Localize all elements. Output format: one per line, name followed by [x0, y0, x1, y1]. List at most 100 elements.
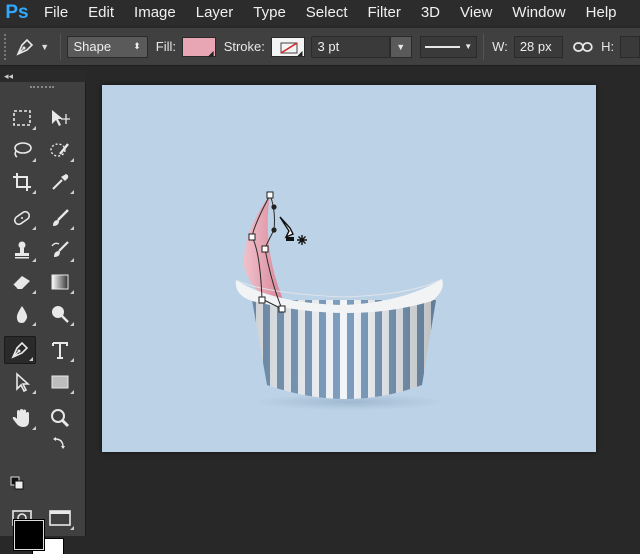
rectangle-icon [51, 375, 69, 389]
dodge-icon [52, 306, 69, 323]
tool-healing-brush[interactable] [6, 204, 38, 232]
tool-flyout-indicator [70, 190, 74, 194]
blur-drop-icon [16, 306, 28, 323]
mode-select[interactable]: Shape ⬍ [66, 35, 148, 58]
tool-blur[interactable] [6, 300, 38, 328]
stroke-size-value: 3 pt [317, 39, 340, 54]
tool-brush[interactable] [44, 204, 76, 232]
tool-flyout-indicator [70, 358, 74, 362]
history-brush-icon [51, 241, 69, 257]
chevron-down-icon: ▼ [464, 42, 473, 51]
tool-pen[interactable] [4, 336, 36, 364]
tool-flyout-indicator [70, 290, 74, 294]
stroke-swatch[interactable]: ◢ [270, 36, 305, 57]
swap-colors-icon[interactable] [52, 436, 66, 450]
stamp-icon [15, 241, 29, 259]
tool-preset-picker[interactable]: ▼ [10, 32, 54, 62]
brush-icon [53, 209, 69, 226]
pen-icon [16, 38, 34, 56]
tool-flyout-indicator [32, 258, 36, 262]
menu-help[interactable]: Help [576, 0, 627, 26]
pen-icon [11, 341, 29, 359]
menu-view[interactable]: View [450, 0, 502, 26]
tool-hand[interactable] [6, 404, 38, 432]
menu-3d[interactable]: 3D [411, 0, 450, 26]
width-value: 28 px [519, 39, 552, 54]
menu-filter[interactable]: Filter [358, 0, 411, 26]
tool-flyout-indicator [70, 258, 74, 262]
zoom-icon [51, 409, 70, 428]
tool-move[interactable] [44, 104, 76, 132]
height-label: H: [601, 39, 615, 54]
divider [483, 33, 485, 60]
toolbar-grip[interactable] [30, 86, 54, 89]
stroke-type-select[interactable]: ▼ [419, 35, 478, 58]
tool-flyout-indicator [32, 426, 36, 430]
tool-zoom[interactable] [44, 404, 76, 432]
eyedropper-icon [52, 174, 69, 190]
chevron-down-icon: ▼ [40, 41, 50, 52]
tool-eyedropper[interactable] [44, 168, 76, 196]
hand-icon [12, 409, 29, 427]
gradient-icon [51, 274, 69, 290]
menu-select[interactable]: Select [296, 0, 358, 26]
bandage-icon [13, 210, 31, 226]
tool-marquee[interactable] [6, 104, 38, 132]
menu-bar: Ps File Edit Image Layer Type Select Fil… [0, 0, 640, 26]
tool-eraser[interactable] [6, 268, 38, 296]
type-icon [52, 342, 68, 359]
rect-marquee-icon [13, 110, 31, 126]
cupcake-artwork [235, 191, 445, 410]
move-icon [52, 110, 70, 126]
tool-flyout-indicator [32, 126, 36, 130]
stroke-size-dropdown[interactable]: ▼ [389, 35, 412, 58]
tool-history-brush[interactable] [44, 236, 76, 264]
tool-crop[interactable] [6, 168, 38, 196]
mode-select-value: Shape [73, 39, 112, 54]
menu-image[interactable]: Image [124, 0, 186, 26]
tool-flyout-indicator [70, 226, 74, 230]
menu-type[interactable]: Type [243, 0, 296, 26]
menu-layer[interactable]: Layer [186, 0, 244, 26]
toolbar-collapse[interactable]: ◂◂ [0, 70, 86, 82]
width-input[interactable]: 28 px [513, 35, 564, 58]
menu-file[interactable]: File [34, 0, 78, 26]
menu-window[interactable]: Window [502, 0, 575, 26]
document-canvas[interactable] [102, 85, 596, 452]
default-colors-icon[interactable] [10, 476, 24, 490]
stroke-line-preview [424, 45, 461, 48]
updown-icon: ⬍ [133, 41, 141, 51]
tool-lasso[interactable] [6, 136, 38, 164]
foreground-color-swatch[interactable] [13, 519, 45, 551]
height-input[interactable] [620, 35, 640, 58]
crop-icon [13, 173, 31, 191]
width-label: W: [492, 39, 508, 54]
collapse-icon: ◂◂ [4, 71, 14, 81]
tool-rectangle[interactable] [44, 368, 76, 396]
app-logo: Ps [5, 2, 29, 23]
quick-selection-icon [50, 143, 69, 157]
tool-flyout-indicator [32, 390, 36, 394]
link-icon[interactable] [573, 40, 594, 54]
eraser-icon [12, 276, 30, 290]
chevron-down-icon: ◢ [296, 48, 303, 57]
screen-mode-button[interactable] [44, 504, 76, 532]
path-selection-icon [16, 372, 31, 392]
fill-label: Fill: [155, 39, 177, 54]
menu-edit[interactable]: Edit [78, 0, 124, 26]
tool-path-select[interactable] [6, 368, 38, 396]
tool-flyout-indicator [32, 190, 36, 194]
stroke-size-input[interactable]: 3 pt [310, 35, 390, 58]
tool-flyout-indicator [32, 322, 36, 326]
tool-flyout-indicator [32, 226, 36, 230]
fill-swatch[interactable]: ◢ [182, 36, 216, 58]
chevron-down-icon: ◢ [207, 48, 214, 58]
tool-clone-stamp[interactable] [6, 236, 38, 264]
tool-gradient[interactable] [44, 268, 76, 296]
tool-quick-select[interactable] [44, 136, 76, 164]
tool-flyout-indicator [29, 357, 33, 361]
options-bar: ▼ Shape ⬍ Fill: ◢ Stroke: ◢ 3 pt ▼ ▼ W: … [0, 28, 640, 66]
tool-type[interactable] [44, 336, 76, 364]
tool-dodge[interactable] [44, 300, 76, 328]
chevron-down-icon: ▼ [396, 41, 406, 52]
